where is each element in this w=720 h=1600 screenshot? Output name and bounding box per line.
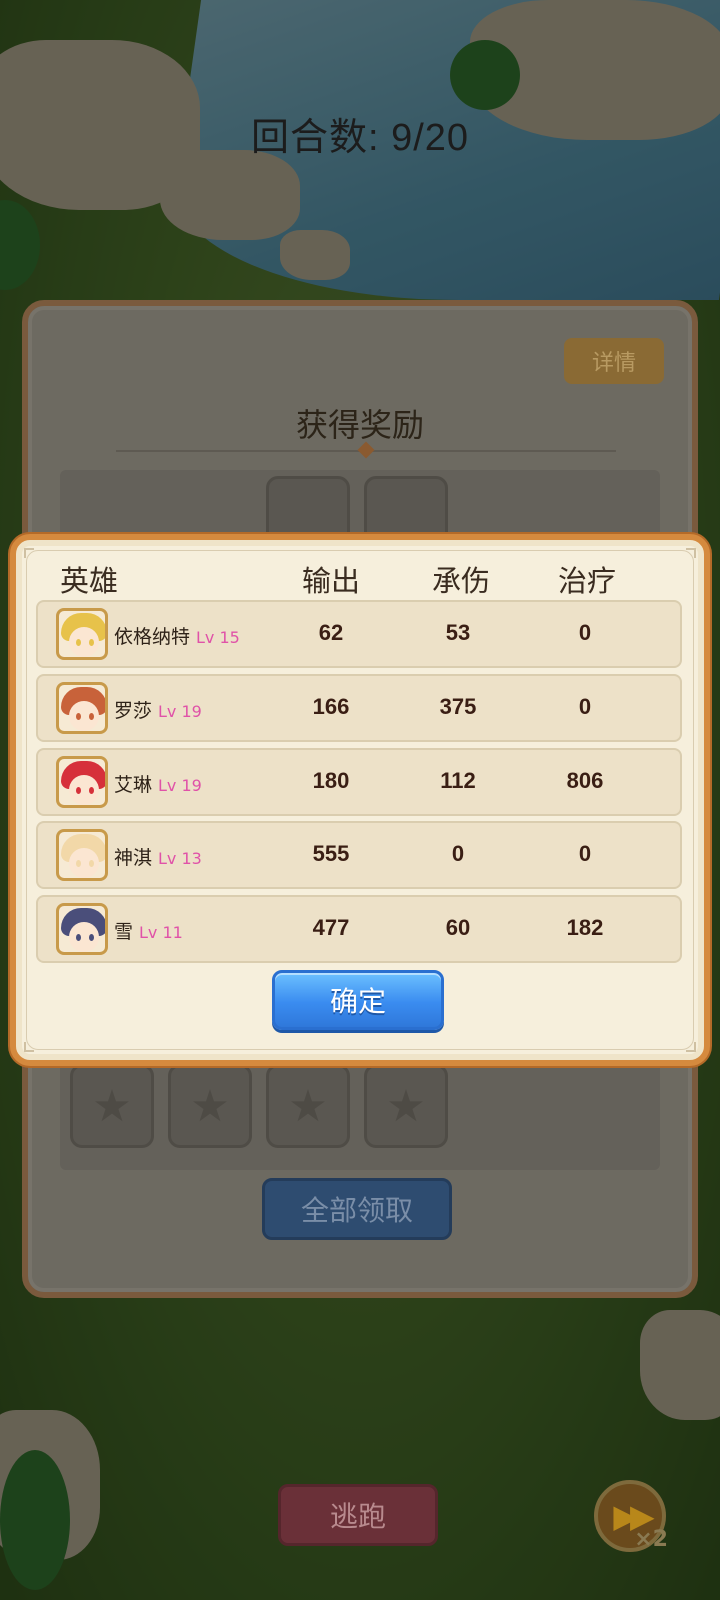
hero-avatar — [56, 682, 108, 734]
star-icon: ★ — [386, 1080, 426, 1132]
hero-healing-value: 0 — [578, 620, 592, 645]
hero-name: 艾琳 Lv 19 — [114, 770, 202, 797]
star-icon: ★ — [288, 1080, 328, 1132]
hero-damage-taken-value: 375 — [439, 694, 477, 719]
hero-name: 神淇 Lv 13 — [114, 843, 202, 870]
hero-name-text: 雪 — [114, 921, 134, 943]
collect-all-button[interactable]: 全部领取 — [262, 1178, 452, 1240]
hero-damage-value: 166 — [312, 694, 350, 719]
hero-row: 神淇 Lv 13 555 0 0 — [36, 821, 682, 889]
reward-slot-empty: ★ — [168, 1064, 252, 1148]
hero-damage-value: 62 — [318, 620, 344, 645]
stats-header: 英雄 输出 承伤 治疗 — [16, 558, 704, 598]
confirm-button[interactable]: 确定 — [272, 970, 444, 1030]
star-icon: ★ — [92, 1080, 132, 1132]
hero-damage-taken-value: 53 — [445, 620, 471, 645]
hero-avatar — [56, 903, 108, 955]
hero-damage-taken-value: 60 — [445, 915, 471, 940]
hero-damage-taken-value: 112 — [440, 768, 476, 793]
reward-slot-empty: ★ — [364, 1064, 448, 1148]
speed-toggle-button[interactable]: ▶▶ ×2 — [594, 1480, 668, 1552]
header-hero: 英雄 — [60, 564, 119, 598]
hero-level: Lv 19 — [158, 702, 202, 721]
hero-name: 罗莎 Lv 19 — [114, 696, 202, 723]
star-icon: ★ — [190, 1080, 230, 1132]
hero-level: Lv 19 — [158, 776, 202, 795]
hero-row: 罗莎 Lv 19 166 375 0 — [36, 674, 682, 742]
hero-healing-value: 806 — [566, 768, 604, 793]
header-healing: 治疗 — [558, 564, 617, 598]
speed-multiplier: ×2 — [634, 1527, 668, 1552]
detail-button[interactable]: 详情 — [564, 338, 664, 384]
hero-name: 依格纳特 Lv 15 — [114, 622, 240, 649]
hero-row: 艾琳 Lv 19 180 112 806 — [36, 748, 682, 816]
reward-slot-empty: ★ — [70, 1064, 154, 1148]
header-damage-taken: 承伤 — [432, 564, 491, 598]
hero-level: Lv 11 — [139, 923, 183, 942]
hero-name-text: 罗莎 — [114, 700, 153, 722]
hero-avatar — [56, 829, 108, 881]
battle-stats-dialog: 英雄 输出 承伤 治疗 依格纳特 Lv 15 62 53 0 罗莎 Lv 19 … — [10, 534, 710, 1066]
escape-button[interactable]: 逃跑 — [278, 1484, 438, 1546]
hero-healing-value: 0 — [578, 694, 592, 719]
hero-row: 依格纳特 Lv 15 62 53 0 — [36, 600, 682, 668]
hero-name-text: 神淇 — [114, 847, 153, 869]
hero-level: Lv 15 — [196, 628, 240, 647]
hero-name-text: 艾琳 — [114, 774, 153, 796]
hero-damage-value: 477 — [312, 915, 350, 940]
header-damage: 输出 — [302, 564, 361, 598]
hero-avatar — [56, 756, 108, 808]
hero-healing-value: 182 — [566, 915, 604, 940]
round-counter-value: 9/20 — [391, 117, 470, 159]
round-counter-label: 回合数: — [250, 117, 392, 159]
reward-slot-empty: ★ — [266, 1064, 350, 1148]
hero-damage-value: 180 — [312, 768, 350, 793]
hero-avatar — [56, 608, 108, 660]
hero-name-text: 依格纳特 — [114, 626, 191, 648]
hero-level: Lv 13 — [158, 849, 202, 868]
reward-title: 获得奖励 — [295, 406, 424, 444]
hero-healing-value: 0 — [578, 841, 592, 866]
hero-damage-taken-value: 0 — [451, 841, 465, 866]
hero-name: 雪 Lv 11 — [114, 917, 183, 944]
hero-damage-value: 555 — [312, 841, 350, 866]
hero-row: 雪 Lv 11 477 60 182 — [36, 895, 682, 963]
round-counter: 回合数: 9/20 — [0, 106, 720, 161]
